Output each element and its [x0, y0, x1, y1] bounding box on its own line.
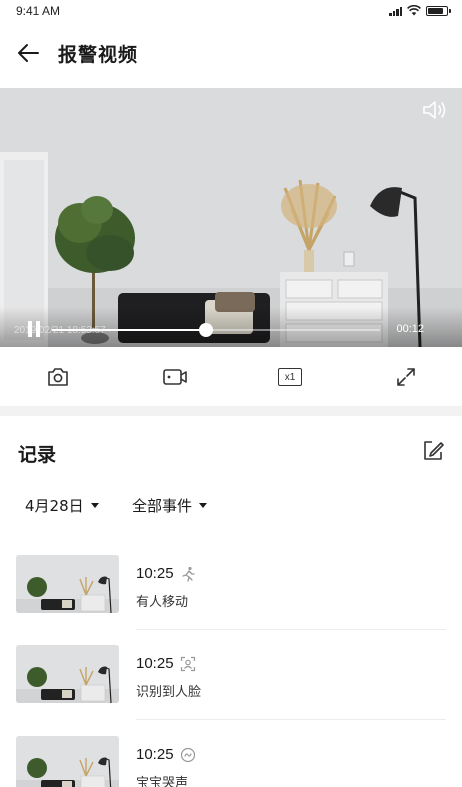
progress-bar[interactable] [52, 323, 380, 337]
date-filter[interactable]: 4月28日 [25, 495, 99, 516]
record-time-row: 10:25 [136, 565, 196, 582]
date-filter-label: 4月28日 [25, 497, 84, 515]
page-header: 报警视频 [0, 28, 462, 78]
record-event: 有人移动 [136, 595, 189, 610]
record-time-row: 10:25 [136, 746, 196, 763]
progress-fill [52, 329, 207, 331]
record-event: 宝宝哭声 [136, 776, 189, 787]
records-title: 记录 [18, 444, 57, 466]
record-item[interactable]: 10:25 有人移动 [16, 555, 446, 615]
event-filter[interactable]: 全部事件 [132, 495, 208, 516]
battery-icon [426, 5, 451, 16]
wifi-icon [407, 5, 421, 16]
record-time: 10:25 [136, 655, 174, 672]
speaker-icon[interactable] [420, 98, 448, 122]
record-time: 10:25 [136, 565, 174, 582]
video-duration: 00:12 [396, 323, 424, 335]
video-player[interactable]: 2019/02/21 18:53:57 00:12 [0, 88, 462, 347]
sound-icon [180, 747, 195, 762]
camera-icon [48, 368, 68, 386]
record-event: 识别到人脸 [136, 685, 202, 700]
list-divider [136, 719, 446, 720]
caret-down-icon [90, 503, 99, 508]
status-time: 9:41 AM [16, 4, 61, 18]
face-detect-icon [180, 656, 195, 671]
record-thumbnail [16, 555, 119, 613]
record-thumbnail [16, 736, 119, 787]
page-title: 报警视频 [58, 44, 139, 66]
edit-icon[interactable] [420, 438, 446, 464]
person-motion-icon [181, 566, 195, 582]
speed-button[interactable]: x1 [276, 363, 304, 391]
record-thumbnail [16, 645, 119, 703]
video-toolbar: x1 [0, 348, 462, 406]
record-item[interactable]: 10:25 宝宝哭声 [16, 736, 446, 787]
battery-level [428, 7, 444, 14]
record-time: 10:25 [136, 746, 174, 763]
record-video-button[interactable] [161, 363, 189, 391]
speed-label: x1 [278, 368, 302, 386]
signal-icon [389, 6, 402, 16]
progress-thumb[interactable] [199, 323, 214, 337]
record-video-icon [163, 369, 187, 385]
section-divider [0, 406, 462, 416]
caret-down-icon [199, 503, 208, 508]
status-bar: 9:41 AM [0, 0, 462, 22]
status-icons [389, 5, 451, 16]
pause-icon[interactable] [26, 321, 42, 337]
record-item[interactable]: 10:25 识别到人脸 [16, 645, 446, 705]
camera-button[interactable] [44, 363, 72, 391]
arrow-left-icon[interactable] [14, 38, 44, 68]
record-time-row: 10:25 [136, 655, 196, 672]
fullscreen-icon [397, 368, 415, 386]
video-controls: 2019/02/21 18:53:57 00:12 [0, 307, 462, 347]
event-filter-label: 全部事件 [132, 497, 193, 515]
fullscreen-button[interactable] [392, 363, 420, 391]
list-divider [136, 629, 446, 630]
